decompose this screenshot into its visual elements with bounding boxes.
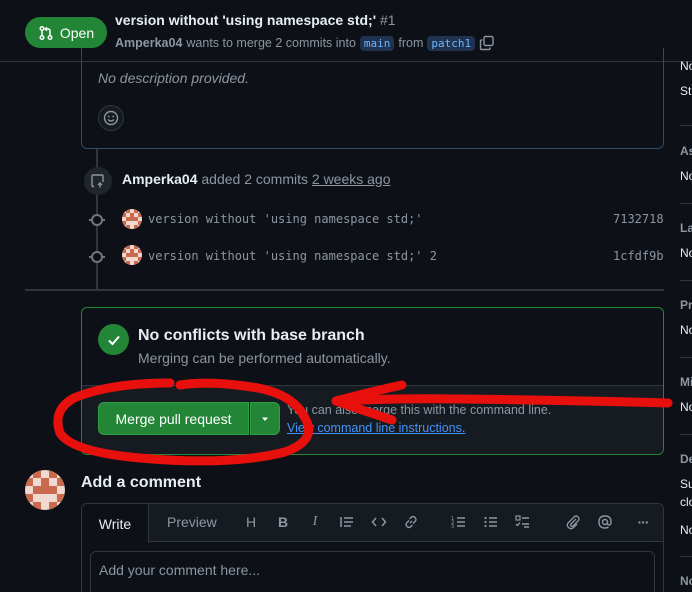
avatar[interactable] (122, 209, 142, 229)
pr-state-badge: Open (25, 17, 107, 48)
tab-preview[interactable]: Preview (167, 514, 217, 530)
sidebar-divider (680, 556, 692, 557)
sidebar-reviewers-value: No (680, 59, 692, 73)
heading-icon[interactable]: H (242, 513, 260, 531)
user-avatar[interactable] (25, 470, 65, 510)
code-icon[interactable] (370, 513, 388, 531)
sidebar-divider (680, 203, 692, 204)
sidebar-reviewers-suggest[interactable]: St (680, 84, 691, 98)
sidebar-development-value: No (680, 523, 692, 537)
pr-description-box (81, 48, 664, 149)
tab-write[interactable]: Write (82, 504, 149, 543)
attach-icon[interactable] (564, 513, 582, 531)
svg-text:3: 3 (451, 524, 454, 530)
merge-pull-request-button[interactable]: Merge pull request (98, 402, 249, 435)
sidebar-development-text: Su (680, 477, 692, 491)
ordered-list-icon[interactable]: 123 (450, 513, 468, 531)
add-comment-heading: Add a comment (81, 474, 202, 491)
mention-icon[interactable] (596, 513, 614, 531)
merge-status-subtitle: Merging can be performed automatically. (138, 350, 391, 366)
sidebar-projects-value: No (680, 323, 692, 337)
git-commit-icon (91, 214, 103, 226)
link-icon[interactable] (402, 513, 420, 531)
pr-title-text: version without 'using namespace std;' (115, 12, 377, 28)
sidebar-labels-heading[interactable]: La (680, 221, 692, 235)
triangle-down-icon (262, 417, 268, 421)
command-line-hint: You can also merge this with the command… (287, 403, 552, 417)
bold-icon[interactable]: B (274, 513, 292, 531)
italic-icon[interactable]: I (306, 513, 324, 531)
comment-placeholder: Add your comment here... (99, 562, 261, 578)
timeline-actor[interactable]: Amperka04 (122, 171, 198, 187)
git-pull-request-icon (39, 25, 53, 40)
timeline-action: added 2 commits (201, 171, 308, 187)
sidebar-divider (680, 280, 692, 281)
unordered-list-icon[interactable] (482, 513, 500, 531)
smiley-icon (103, 110, 119, 126)
commit-message[interactable]: version without 'using namespace std;' 2 (148, 249, 437, 263)
merge-status-title: No conflicts with base branch (138, 327, 365, 344)
repo-push-icon (84, 167, 112, 195)
add-reaction-button[interactable] (98, 105, 124, 131)
sidebar-development-heading[interactable]: De (680, 452, 692, 466)
sidebar-assignees-value: No (680, 169, 692, 183)
sidebar-projects-heading[interactable]: Pr (680, 298, 692, 312)
sidebar-milestone-heading[interactable]: Mi (680, 375, 692, 389)
pr-description: No description provided. (98, 70, 249, 86)
sidebar-notifications-heading[interactable]: No (680, 574, 692, 588)
commit-message[interactable]: version without 'using namespace std;' (148, 212, 423, 226)
commit-sha[interactable]: 7132718 (613, 212, 664, 226)
sidebar-development-text: clo (680, 495, 692, 509)
check-icon (98, 324, 129, 355)
merge-options-dropdown[interactable] (250, 402, 280, 435)
sidebar-divider (680, 434, 692, 435)
task-list-icon[interactable] (514, 513, 532, 531)
quote-icon[interactable] (338, 513, 356, 531)
pr-state-label: Open (59, 24, 95, 41)
pr-number[interactable]: #1 (380, 12, 396, 28)
sidebar-divider (680, 125, 692, 126)
sidebar-divider (680, 357, 692, 358)
sidebar-labels-value: No (680, 246, 692, 260)
pr-title: version without 'using namespace std;' #… (115, 12, 396, 28)
commit-sha[interactable]: 1cfdf9b (613, 249, 664, 263)
comment-textarea[interactable]: Add your comment here... (90, 551, 655, 592)
sidebar-milestone-value: No (680, 400, 692, 414)
timeline-time[interactable]: 2 weeks ago (312, 171, 391, 187)
command-line-link[interactable]: View command line instructions. (287, 421, 465, 435)
sidebar-assignees-heading[interactable]: As (680, 144, 692, 158)
avatar[interactable] (122, 245, 142, 265)
more-icon[interactable]: ··· (632, 513, 654, 531)
timeline-divider (25, 289, 664, 291)
timeline-event: Amperka04 added 2 commits 2 weeks ago (122, 171, 391, 187)
git-commit-icon (91, 251, 103, 263)
